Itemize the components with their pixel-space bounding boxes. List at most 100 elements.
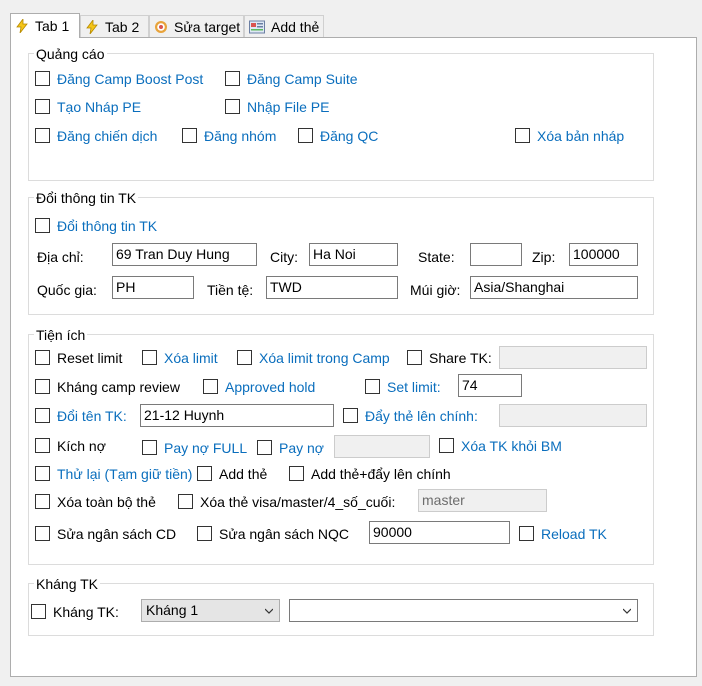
pay-no-checkbox[interactable] — [257, 440, 272, 455]
nhap-file-pe-checkbox[interactable] — [225, 99, 240, 114]
doi-ten-input[interactable]: 21-12 Huynh — [140, 404, 334, 427]
dang-qc-checkbox[interactable] — [298, 128, 313, 143]
xoa-toan-bo-label: Xóa toàn bộ thẻ — [57, 494, 156, 510]
xoa-limit-checkbox[interactable] — [142, 350, 157, 365]
set-limit-checkbox[interactable] — [365, 379, 380, 394]
dang-camp-boost-label: Đăng Camp Boost Post — [57, 71, 204, 87]
khang-select-value: Kháng 1 — [146, 602, 199, 618]
chevron-down-icon — [623, 608, 631, 614]
add-the-label: Add thẻ — [219, 466, 268, 482]
state-input[interactable] — [470, 243, 522, 266]
dang-chien-dich-checkbox[interactable] — [35, 128, 50, 143]
khang-select[interactable]: Kháng 1 — [141, 599, 280, 622]
set-limit-label: Set limit: — [387, 379, 441, 395]
zip-label: Zip: — [532, 249, 556, 265]
doi-thong-tin-checkbox[interactable] — [35, 218, 50, 233]
khang-camp-label: Kháng camp review — [57, 379, 180, 395]
day-the-checkbox[interactable] — [343, 408, 358, 423]
tien-ich-title: Tiện ích — [34, 327, 88, 343]
thu-lai-checkbox[interactable] — [35, 466, 50, 481]
xoa-bm-label: Xóa TK khỏi BM — [461, 438, 562, 454]
doi-thong-tin-title: Đổi thông tin TK — [34, 190, 139, 206]
tab-sua-target-label: Sửa target — [174, 18, 241, 35]
chevron-down-icon — [265, 608, 273, 614]
tab-add-the-label: Add thẻ — [271, 18, 320, 35]
reset-limit-label: Reset limit — [57, 350, 123, 366]
tab-1-label: Tab 1 — [35, 18, 70, 34]
reload-tk-label: Reload TK — [541, 526, 607, 542]
pay-no-input[interactable] — [334, 435, 430, 458]
tab-2[interactable]: Tab 2 — [80, 15, 149, 37]
thu-lai-label: Thử lại (Tạm giữ tiền) — [57, 466, 193, 482]
dia-chi-input[interactable]: 69 Tran Duy Hung — [112, 243, 257, 266]
nhap-file-pe-label: Nhập File PE — [247, 99, 330, 115]
tao-nhap-pe-checkbox[interactable] — [35, 99, 50, 114]
lightning-icon — [86, 19, 98, 34]
reset-limit-checkbox[interactable] — [35, 350, 50, 365]
day-the-label: Đẩy thẻ lên chính: — [365, 408, 478, 424]
lightning-icon — [16, 19, 28, 33]
pay-full-label: Pay nợ FULL — [164, 440, 248, 456]
khang-tk-checkbox[interactable] — [31, 604, 46, 619]
share-tk-checkbox[interactable] — [407, 350, 422, 365]
xoa-the-visa-label: Xóa thẻ visa/master/4_số_cuối: — [200, 494, 396, 510]
tao-nhap-pe-label: Tạo Nháp PE — [57, 99, 142, 115]
xoa-ban-nhap-checkbox[interactable] — [515, 128, 530, 143]
day-the-input[interactable] — [499, 404, 647, 427]
kich-no-label: Kích nợ — [57, 438, 106, 454]
approved-hold-label: Approved hold — [225, 379, 316, 395]
xoa-limit-camp-checkbox[interactable] — [237, 350, 252, 365]
tien-te-input[interactable]: TWD — [266, 276, 398, 299]
dang-nhom-checkbox[interactable] — [182, 128, 197, 143]
khang-select-2[interactable] — [289, 599, 638, 622]
xoa-limit-label: Xóa limit — [164, 350, 218, 366]
tab-add-the[interactable]: Add thẻ — [244, 15, 324, 37]
khang-tk-label: Kháng TK: — [53, 604, 119, 620]
kich-no-checkbox[interactable] — [35, 438, 50, 453]
city-label: City: — [270, 249, 298, 265]
xoa-the-visa-input[interactable]: master — [418, 489, 547, 512]
sua-cd-checkbox[interactable] — [35, 526, 50, 541]
dang-qc-label: Đăng QC — [320, 128, 379, 144]
tien-te-label: Tiền tệ: — [207, 282, 254, 298]
sua-ngan-sach-input[interactable]: 90000 — [369, 521, 510, 544]
sua-nqc-checkbox[interactable] — [197, 526, 212, 541]
add-the-checkbox[interactable] — [197, 466, 212, 481]
xoa-bm-checkbox[interactable] — [439, 438, 454, 453]
set-limit-input[interactable]: 74 — [458, 374, 522, 397]
pay-no-label: Pay nợ — [279, 440, 324, 456]
tab-sua-target[interactable]: Sửa target — [149, 15, 244, 37]
quang-cao-title: Quảng cáo — [34, 46, 107, 62]
state-label: State: — [418, 249, 455, 265]
sua-cd-label: Sửa ngân sách CD — [57, 526, 177, 542]
approved-hold-checkbox[interactable] — [203, 379, 218, 394]
city-input[interactable]: Ha Noi — [309, 243, 398, 266]
doi-ten-label: Đổi tên TK: — [57, 408, 127, 424]
reload-tk-checkbox[interactable] — [519, 526, 534, 541]
tab-2-label: Tab 2 — [105, 18, 140, 35]
dang-camp-suite-checkbox[interactable] — [225, 71, 240, 86]
quoc-gia-input[interactable]: PH — [112, 276, 194, 299]
mui-gio-label: Múi giờ: — [410, 282, 461, 298]
khang-camp-checkbox[interactable] — [35, 379, 50, 394]
dang-camp-suite-label: Đăng Camp Suite — [247, 71, 358, 87]
doi-ten-checkbox[interactable] — [35, 408, 50, 423]
add-the-day-checkbox[interactable] — [289, 466, 304, 481]
mui-gio-input[interactable]: Asia/Shanghai — [470, 276, 638, 299]
add-the-day-label: Add thẻ+đẩy lên chính — [311, 466, 451, 482]
share-tk-label: Share TK: — [429, 350, 492, 366]
zip-input[interactable]: 100000 — [569, 243, 638, 266]
pay-full-checkbox[interactable] — [142, 440, 157, 455]
share-tk-input[interactable] — [499, 346, 647, 369]
dang-chien-dich-label: Đăng chiến dịch — [57, 128, 158, 144]
xoa-limit-camp-label: Xóa limit trong Camp — [259, 350, 390, 366]
doi-thong-tin-label: Đổi thông tin TK — [57, 218, 158, 234]
dia-chi-label: Địa chỉ: — [37, 249, 84, 265]
tab-1[interactable]: Tab 1 — [10, 13, 80, 38]
dang-camp-boost-checkbox[interactable] — [35, 71, 50, 86]
card-icon — [249, 20, 265, 33]
xoa-toan-bo-checkbox[interactable] — [35, 494, 50, 509]
xoa-the-visa-checkbox[interactable] — [178, 494, 193, 509]
khang-tk-title: Kháng TK — [34, 576, 101, 592]
target-icon — [155, 20, 167, 33]
